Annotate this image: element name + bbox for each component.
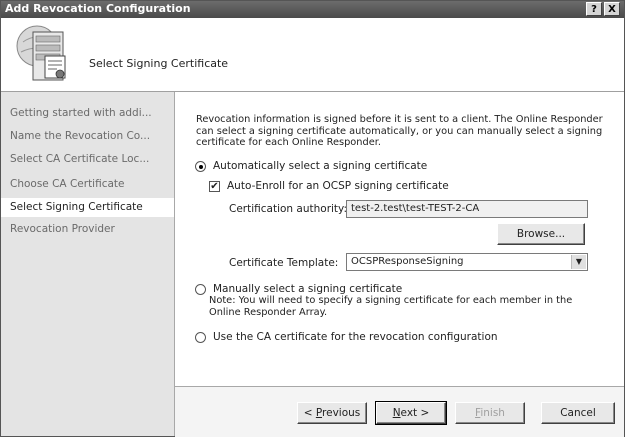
finish-button[interactable]: Finish	[455, 402, 525, 424]
description-text: Revocation information is signed before …	[196, 114, 603, 148]
next-accel: N	[392, 407, 401, 419]
chevron-down-icon[interactable]: ▼	[571, 255, 586, 269]
radio-manual-select-label: Manually select a signing certificate	[213, 283, 403, 295]
wizard-window: Add Revocation Configuration ? X Select …	[0, 0, 625, 437]
ca-label: Certification authority:	[229, 203, 348, 215]
title-bar: Add Revocation Configuration ? X	[1, 1, 624, 18]
template-select[interactable]: OCSPResponseSigning ▼	[346, 253, 588, 271]
radio-auto-select-label: Automatically select a signing certifica…	[213, 160, 428, 172]
next-rest: ext >	[400, 407, 430, 419]
previous-rest: revious	[322, 407, 361, 419]
cancel-button[interactable]: Cancel	[541, 402, 615, 424]
previous-button[interactable]: < Previous	[297, 402, 367, 424]
sidebar-item-ca-location[interactable]: Select CA Certificate Loc...	[1, 150, 174, 169]
template-select-value: OCSPResponseSigning	[351, 256, 464, 267]
sidebar-item-choose-ca[interactable]: Choose CA Certificate	[1, 175, 174, 194]
sidebar-item-revocation-provider[interactable]: Revocation Provider	[1, 220, 174, 239]
previous-prefix: <	[303, 407, 316, 419]
radio-use-ca-cert-label: Use the CA certificate for the revocatio…	[213, 331, 498, 343]
server-certificate-icon	[16, 25, 66, 81]
sidebar-item-getting-started[interactable]: Getting started with addi...	[1, 104, 174, 123]
sidebar-item-name[interactable]: Name the Revocation Co...	[1, 127, 174, 146]
radio-use-ca-cert[interactable]	[195, 332, 206, 343]
window-title: Add Revocation Configuration	[5, 2, 191, 15]
browse-button[interactable]: Browse...	[497, 223, 585, 245]
help-button[interactable]: ?	[586, 2, 602, 16]
next-button[interactable]: Next >	[375, 401, 447, 425]
close-button[interactable]: X	[604, 2, 620, 16]
ca-field[interactable]: test-2.test\test-TEST-2-CA	[346, 200, 588, 218]
step-title: Select Signing Certificate	[89, 57, 229, 70]
manual-note: Note: You will need to specify a signing…	[209, 295, 573, 318]
finish-rest: inish	[480, 407, 505, 419]
radio-auto-select[interactable]	[195, 161, 206, 172]
sidebar-item-signing-certificate[interactable]: Select Signing Certificate	[1, 198, 174, 217]
wizard-steps: Getting started with addi... Name the Re…	[1, 92, 175, 436]
wizard-header: Select Signing Certificate	[1, 18, 624, 92]
template-label: Certificate Template:	[229, 257, 339, 269]
radio-manual-select[interactable]	[195, 284, 206, 295]
auto-enroll-label: Auto-Enroll for an OCSP signing certific…	[227, 180, 449, 192]
auto-enroll-checkbox[interactable]: ✔	[209, 181, 220, 192]
